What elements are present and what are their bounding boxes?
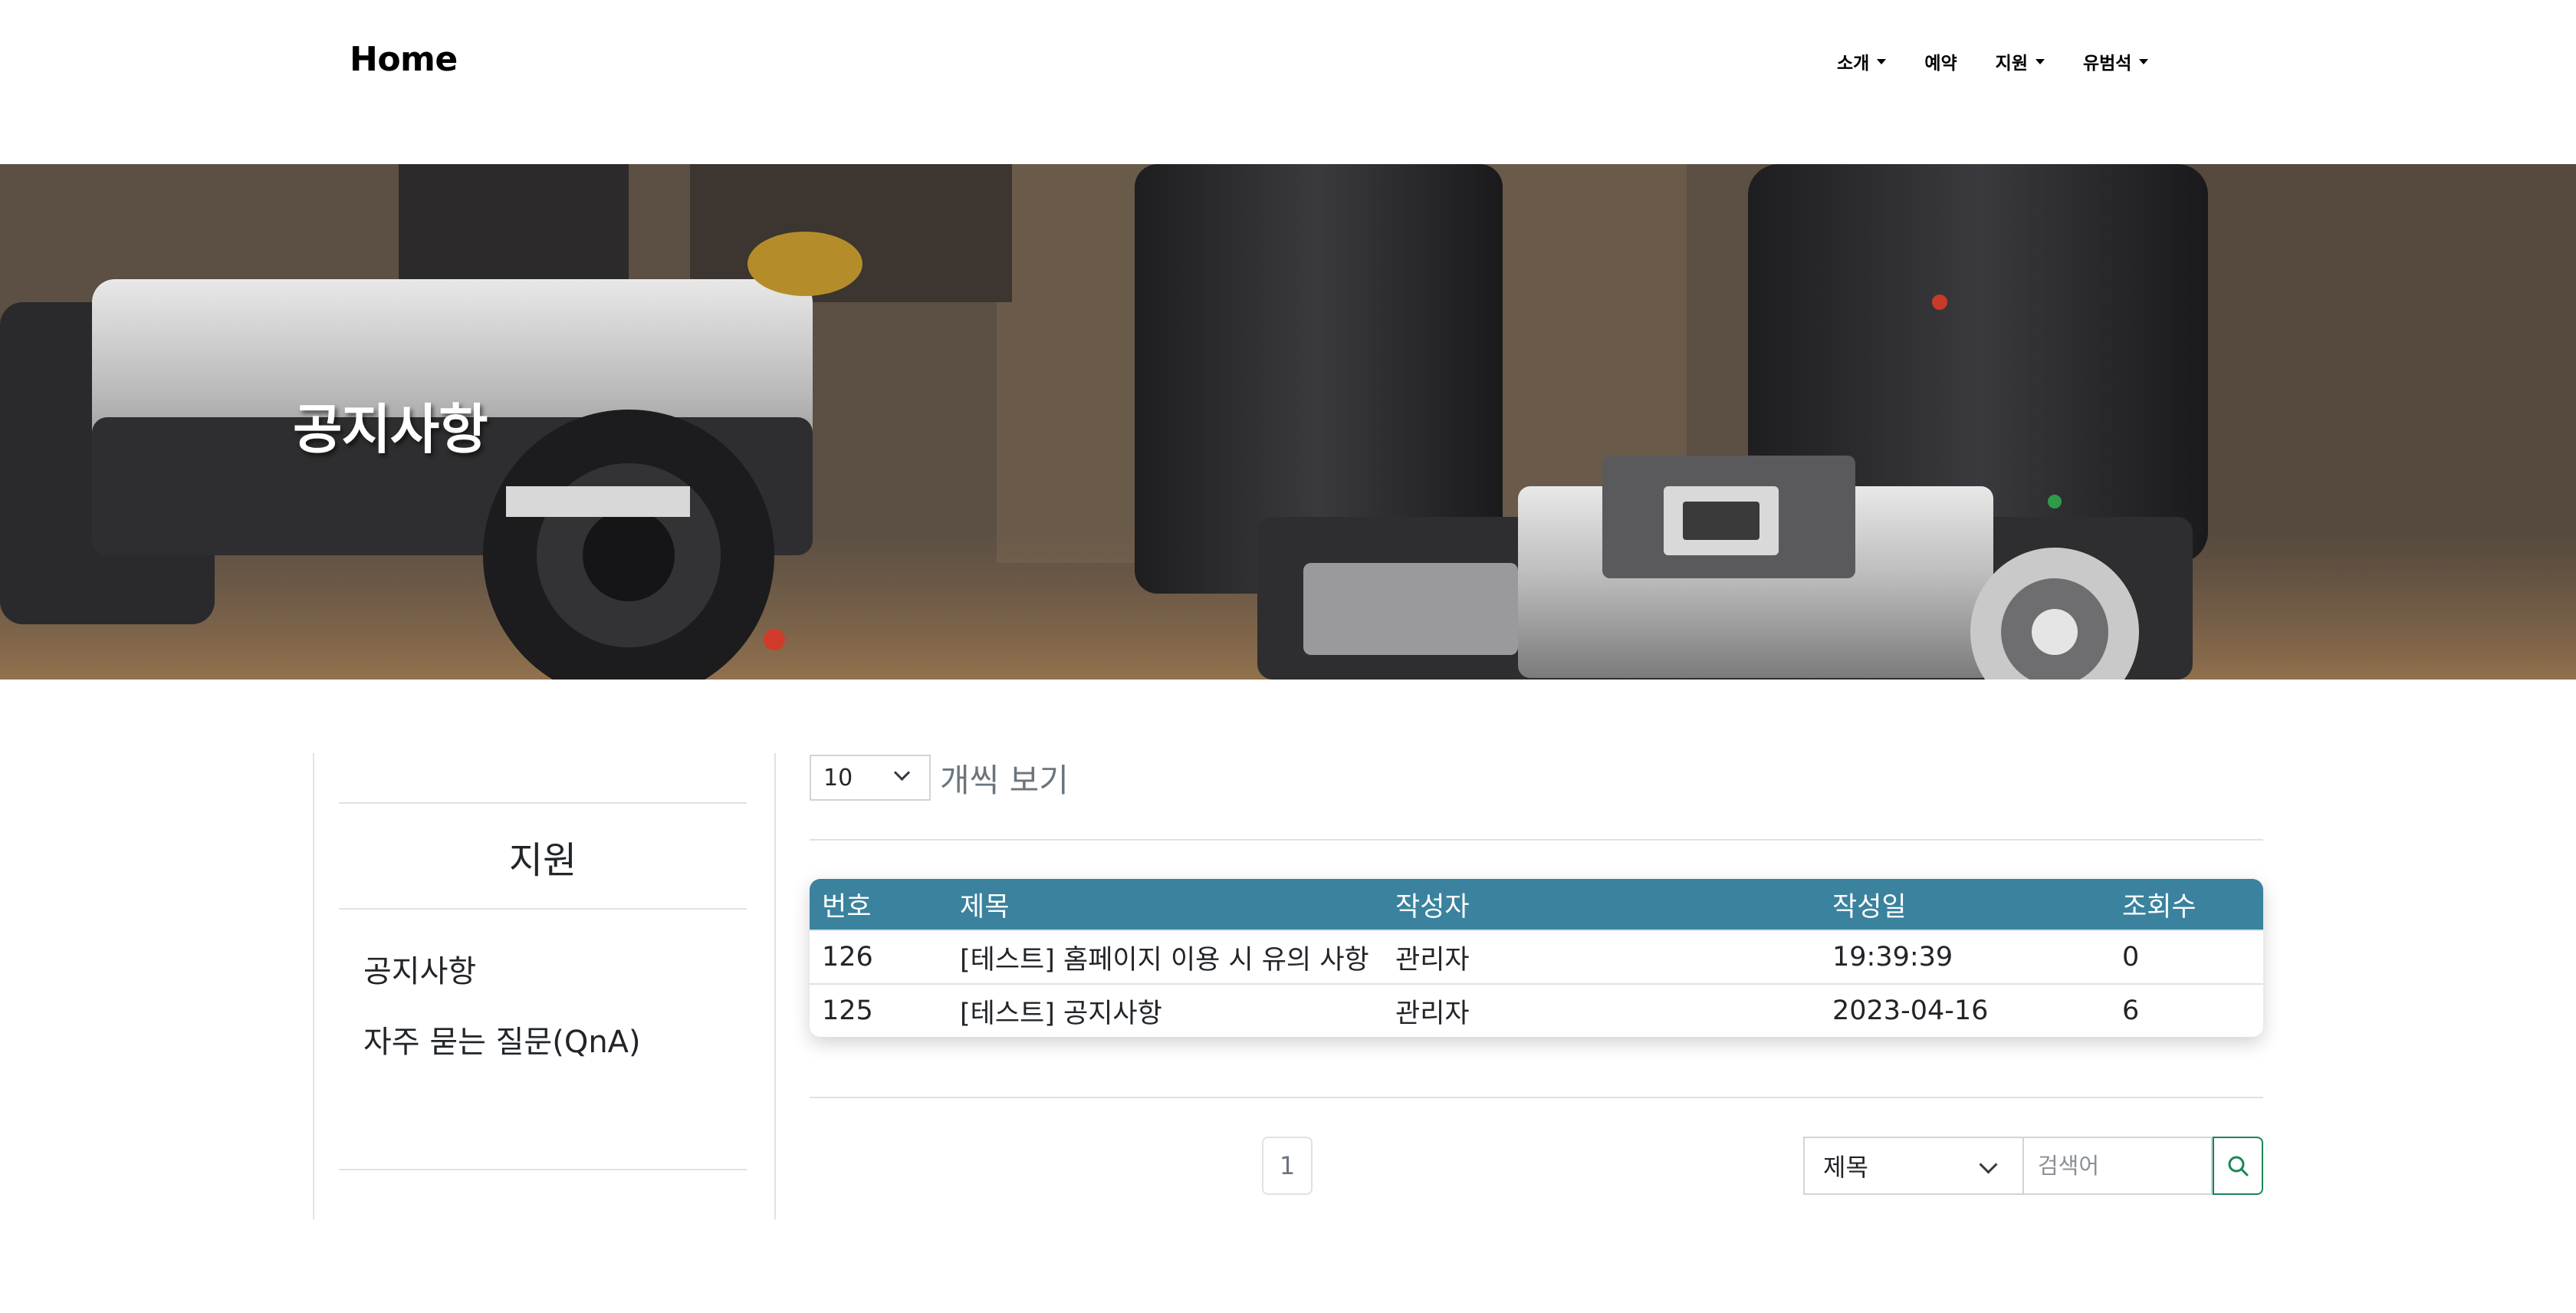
search-input[interactable] <box>2022 1137 2213 1195</box>
search-field-select[interactable]: 제목 <box>1803 1137 2024 1195</box>
chevron-down-icon <box>893 764 911 782</box>
page-size-select[interactable]: 10 <box>810 755 931 801</box>
nav-item-label: 소개 <box>1837 54 1870 74</box>
cell-author: 관리자 <box>1395 998 1470 1029</box>
divider <box>339 802 747 804</box>
sidebar-item-faq[interactable]: 자주 묻는 질문(QnA) <box>363 1017 641 1061</box>
sidebar: 지원 공지사항 자주 묻는 질문(QnA) <box>313 753 776 1219</box>
cell-author: 관리자 <box>1395 944 1470 976</box>
table-row[interactable]: 125 [테스트] 공지사항 관리자 2023-04-16 6 <box>810 983 2263 1037</box>
nav-item-label: 예약 <box>1924 54 1957 74</box>
search-button[interactable] <box>2213 1137 2263 1195</box>
nav-item-label: 유범석 <box>2082 54 2132 74</box>
chevron-down-icon <box>1979 1155 1998 1174</box>
page-size-value: 10 <box>823 764 853 791</box>
cell-views: 6 <box>2122 995 2140 1026</box>
cell-date: 19:39:39 <box>1832 942 1953 972</box>
column-header-date: 작성일 <box>1832 891 1907 923</box>
column-header-views: 조회수 <box>2122 891 2196 923</box>
sidebar-title: 지원 <box>508 839 577 882</box>
pagination-page-button[interactable]: 1 <box>1262 1137 1313 1195</box>
nav-item-intro[interactable]: 소개 <box>1837 48 1887 74</box>
table-header: 번호 제목 작성자 작성일 조회수 <box>810 879 2263 930</box>
page-size-label: 개씩 보기 <box>940 762 1069 799</box>
cell-number: 125 <box>822 995 873 1026</box>
cell-views: 0 <box>2122 942 2140 972</box>
column-header-author: 작성자 <box>1395 891 1470 923</box>
page-title: 공지사항 <box>293 398 488 461</box>
divider <box>339 1169 747 1170</box>
table-row[interactable]: 126 [테스트] 홈페이지 이용 시 유의 사항 관리자 19:39:39 0 <box>810 930 2263 983</box>
top-navbar: Home 소개 예약 지원 유범석 <box>0 0 2576 164</box>
cell-date: 2023-04-16 <box>1832 995 1989 1026</box>
caret-down-icon <box>2139 58 2149 64</box>
caret-down-icon <box>1877 58 1887 64</box>
column-header-number: 번호 <box>822 891 872 923</box>
divider <box>339 908 747 910</box>
search-field-value: 제목 <box>1823 1153 1868 1182</box>
search-icon <box>2228 1156 2249 1176</box>
cell-title-link[interactable]: [테스트] 홈페이지 이용 시 유의 사항 <box>955 938 1391 977</box>
column-header-title: 제목 <box>960 891 1010 923</box>
cell-number: 126 <box>822 942 873 972</box>
nav-menu: 소개 예약 지원 유범석 <box>1837 48 2149 75</box>
nav-item-support[interactable]: 지원 <box>1996 48 2045 74</box>
nav-item-label: 지원 <box>1995 54 2028 74</box>
notice-table: 번호 제목 작성자 작성일 조회수 126 [테스트] 홈페이지 이용 시 유의… <box>810 879 2263 1037</box>
caret-down-icon <box>2035 58 2045 64</box>
cell-title-link[interactable]: [테스트] 공지사항 <box>955 992 1391 1031</box>
nav-item-reservation[interactable]: 예약 <box>1924 48 1957 74</box>
nav-item-user-menu[interactable]: 유범석 <box>2082 48 2149 74</box>
divider <box>810 839 2263 841</box>
sidebar-item-notice[interactable]: 공지사항 <box>363 946 476 991</box>
brand-home-link[interactable]: Home <box>350 40 458 79</box>
divider <box>810 1097 2263 1098</box>
hero-banner: 공지사항 <box>0 164 2576 680</box>
